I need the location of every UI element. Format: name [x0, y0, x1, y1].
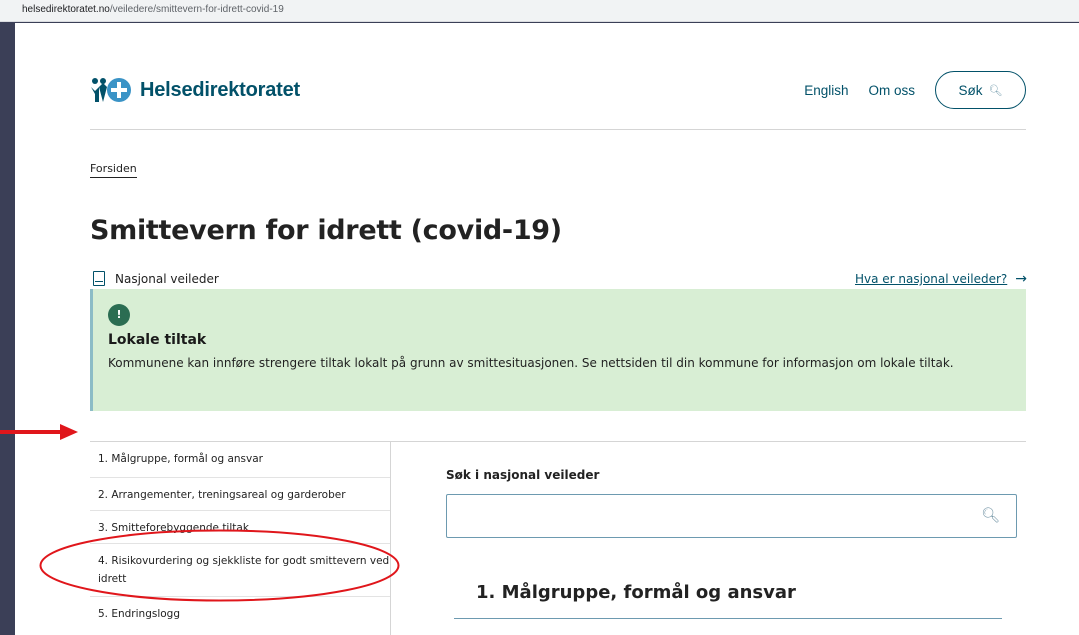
arrow-right-icon: →: [1015, 271, 1027, 287]
notice-title: Lokale tiltak: [108, 332, 207, 348]
nav-english-link[interactable]: English: [804, 83, 848, 98]
address-url[interactable]: helsedirektoratet.no/veiledere/smittever…: [22, 4, 284, 15]
sidebar-item-1[interactable]: 1. Målgruppe, formål og ansvar: [90, 442, 390, 478]
annotation-circle: [39, 529, 400, 602]
guide-info-link[interactable]: Hva er nasjonal veileder? →: [855, 271, 1027, 287]
alert-icon: !: [108, 304, 130, 326]
book-icon: [93, 271, 105, 286]
guide-type: Nasjonal veileder: [93, 271, 219, 286]
guide-search-input[interactable]: 🔍︎: [446, 494, 1017, 538]
top-nav: English Om oss Søk 🔍︎: [804, 71, 1026, 109]
nav-about-link[interactable]: Om oss: [868, 83, 915, 98]
section-underline: [454, 618, 1002, 619]
guide-info-link-text: Hva er nasjonal veileder?: [855, 272, 1008, 286]
local-measures-notice: ! Lokale tiltak Kommunene kan innføre st…: [90, 289, 1026, 411]
site-logo[interactable]: Helsedirektoratet: [90, 77, 300, 103]
notice-text: Kommunene kan innføre strengere tiltak l…: [108, 356, 954, 370]
logo-icon: [91, 78, 131, 102]
main-content: Søk i nasjonal veileder 🔍︎ 1. Målgruppe,…: [391, 442, 1026, 635]
page-title: Smittevern for idrett (covid-19): [90, 215, 562, 246]
logo-text: Helsedirektoratet: [140, 78, 300, 101]
browser-address-bar[interactable]: helsedirektoratet.no/veiledere/smittever…: [0, 0, 1079, 22]
search-button-label: Søk: [958, 82, 983, 98]
sidebar-item-2[interactable]: 2. Arrangementer, treningsareal og garde…: [90, 478, 390, 511]
section-title: 1. Målgruppe, formål og ansvar: [476, 582, 796, 603]
search-icon: 🔍︎: [988, 84, 1003, 97]
site-header: Helsedirektoratet English Om oss Søk 🔍︎: [90, 23, 1026, 130]
header-search-button[interactable]: Søk 🔍︎: [935, 71, 1026, 109]
breadcrumb-home-link[interactable]: Forsiden: [90, 162, 137, 178]
search-icon[interactable]: 🔍︎: [981, 506, 1000, 524]
guide-search-label: Søk i nasjonal veileder: [446, 468, 600, 482]
guide-type-label: Nasjonal veileder: [115, 271, 219, 286]
annotation-arrow: [0, 424, 78, 440]
